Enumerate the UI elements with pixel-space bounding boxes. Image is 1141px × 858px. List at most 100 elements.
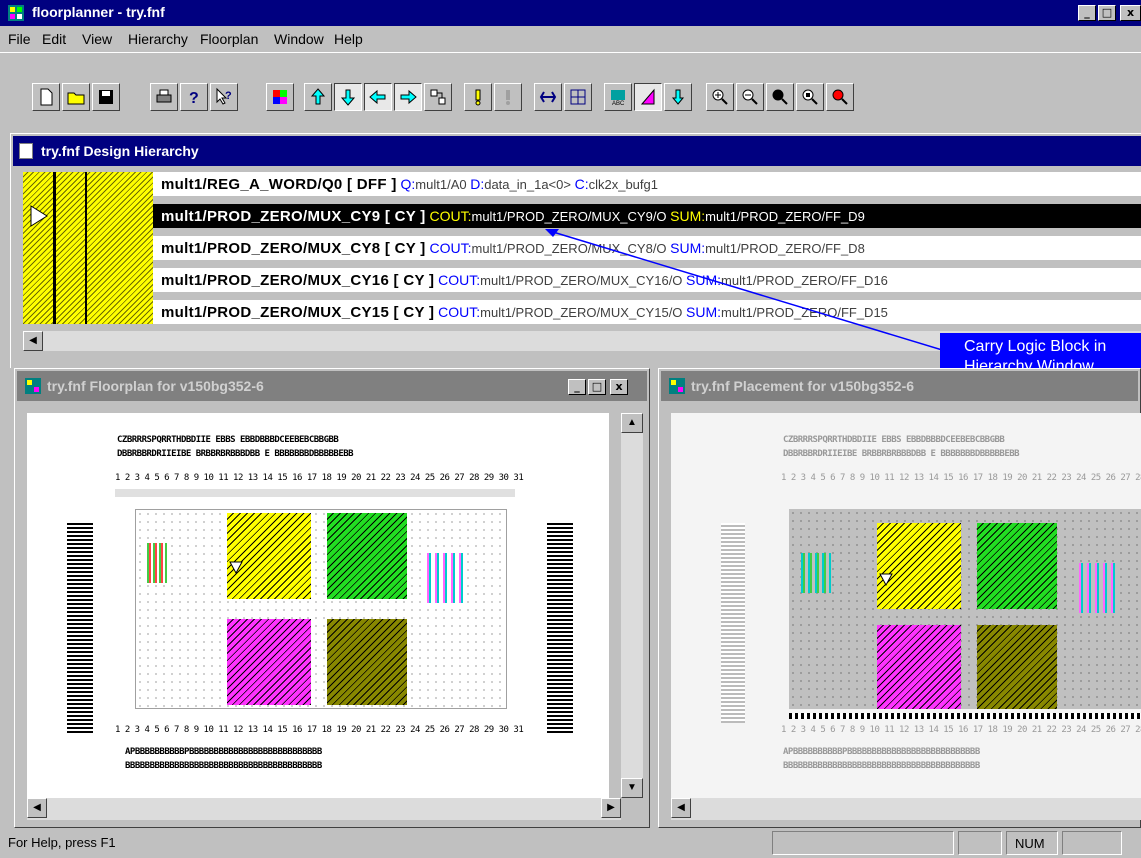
right-pin-column xyxy=(547,523,573,733)
print-button[interactable] xyxy=(150,83,178,111)
placed-block-yellow[interactable] xyxy=(227,513,311,599)
scroll-left-button[interactable]: ◀ xyxy=(671,798,691,818)
pin-label-row: DBBRBBRDRIIEIBE BRBBRBRBBBDBB E BBBBBBBD… xyxy=(783,449,1020,459)
hier-expand-button[interactable] xyxy=(424,83,452,111)
floorplan-maximize-button[interactable]: □ xyxy=(588,379,606,395)
new-button[interactable] xyxy=(32,83,60,111)
flag-icon xyxy=(475,89,481,106)
placement-hscrollbar[interactable]: ◀ xyxy=(671,798,1141,820)
hierarchy-row-name: mult1/PROD_ZERO/MUX_CY9 [ CY ] xyxy=(161,208,426,225)
placed-block-green[interactable] xyxy=(977,523,1057,609)
hierarchy-row[interactable]: mult1/PROD_ZERO/MUX_CY8 [ CY ] COUT:mult… xyxy=(153,236,1141,260)
hier-down-button[interactable] xyxy=(334,83,362,111)
flag-pink-icon xyxy=(640,88,655,105)
route-icon xyxy=(539,91,557,103)
toolbar: ? ? ABC xyxy=(0,52,1141,126)
hierarchy-row-name: mult1/REG_A_WORD/Q0 [ DFF ] xyxy=(161,176,397,193)
color-palette-icon xyxy=(273,90,287,104)
floorplan-vscrollbar[interactable]: ▲ ▼ xyxy=(621,413,643,798)
help-button[interactable]: ? xyxy=(180,83,208,111)
pin-net: mult1/PROD_ZERO/FF_D15 xyxy=(721,305,888,320)
placed-block-magenta[interactable] xyxy=(877,625,961,709)
placed-block-green[interactable] xyxy=(327,513,407,599)
menu-view[interactable]: View xyxy=(82,31,112,47)
net-button[interactable] xyxy=(564,83,592,111)
floorplan-window-icon xyxy=(25,378,41,394)
floorplan-close-button[interactable]: x xyxy=(610,379,628,395)
zoom-in-button[interactable] xyxy=(706,83,734,111)
zoom-full-button[interactable] xyxy=(766,83,794,111)
status-pane-4 xyxy=(1062,831,1122,855)
svg-text:?: ? xyxy=(225,90,232,102)
hier-left-button[interactable] xyxy=(364,83,392,111)
zoom-in-icon xyxy=(712,89,728,105)
scroll-up-button[interactable]: ▲ xyxy=(621,413,643,433)
floorplan-hscrollbar[interactable]: ◀ ▶ xyxy=(27,798,621,820)
new-icon xyxy=(40,88,53,106)
menu-hierarchy[interactable]: Hierarchy xyxy=(128,31,188,47)
placed-block-olive[interactable] xyxy=(977,625,1057,709)
context-help-button[interactable]: ? xyxy=(210,83,238,111)
placed-block-yellow[interactable] xyxy=(877,523,961,609)
svg-text:ABC: ABC xyxy=(612,101,625,107)
zoom-out-icon xyxy=(742,89,758,105)
pin-key: SUM: xyxy=(686,304,722,320)
logic-abc-button[interactable]: ABC xyxy=(604,83,632,111)
hier-up-button[interactable] xyxy=(304,83,332,111)
place-down-icon xyxy=(671,89,685,105)
flag-pink-button[interactable] xyxy=(634,83,662,111)
menu-file[interactable]: File xyxy=(8,31,31,47)
zoom-red-button[interactable] xyxy=(826,83,854,111)
floorplan-minimize-button[interactable]: _ xyxy=(568,379,586,395)
menu-help[interactable]: Help xyxy=(334,31,363,47)
column-numbers-bottom: 1 2 3 4 5 6 7 8 9 10 11 12 13 14 15 16 1… xyxy=(781,725,1141,735)
hier-left-icon xyxy=(369,89,386,105)
placement-window: try.fnf Placement for v150bg352-6 CZBRRR… xyxy=(658,368,1141,828)
pin-net: mult1/PROD_ZERO/MUX_CY15/O xyxy=(480,305,687,320)
route-button[interactable] xyxy=(534,83,562,111)
pin-label-row: CZBRRRSPQRRTHDBDIIE EBBS EBBDBBBDCEEBEBC… xyxy=(783,435,1005,445)
pin-key: C: xyxy=(574,176,589,192)
pin-label-row: CZBRRRSPQRRTHDBDIIE EBBS EBBDBBBDCEEBEBC… xyxy=(117,435,339,445)
open-button[interactable] xyxy=(62,83,90,111)
close-button[interactable]: x xyxy=(1120,5,1141,21)
color-palette-button[interactable] xyxy=(266,83,294,111)
floorplan-canvas[interactable]: CZBRRRSPQRRTHDBDIIE EBBS EBBDBBBDCEEBEBC… xyxy=(27,413,609,798)
place-down-button[interactable] xyxy=(664,83,692,111)
pin-net: mult1/PROD_ZERO/FF_D8 xyxy=(705,241,865,256)
callout-line-1: Carry Logic Block in xyxy=(964,338,1107,355)
scroll-right-button[interactable]: ▶ xyxy=(601,798,621,818)
hier-expand-icon xyxy=(430,89,446,105)
maximize-button[interactable]: □ xyxy=(1098,5,1116,21)
scroll-down-button[interactable]: ▼ xyxy=(621,778,643,798)
zoom-out-button[interactable] xyxy=(736,83,764,111)
pin-net: mult1/PROD_ZERO/MUX_CY16/O xyxy=(480,273,687,288)
placement-title: try.fnf Placement for v150bg352-6 xyxy=(691,378,915,394)
placed-block-magenta[interactable] xyxy=(227,619,311,705)
pin-net: mult1/PROD_ZERO/FF_D16 xyxy=(721,273,888,288)
placed-block-olive[interactable] xyxy=(327,619,407,705)
hier-up-icon xyxy=(310,88,326,105)
menu-floorplan[interactable]: Floorplan xyxy=(200,31,258,47)
pin-net: mult1/A0 xyxy=(415,177,471,192)
floorplan-titlebar: try.fnf Floorplan for v150bg352-6 xyxy=(17,371,647,401)
minimize-button[interactable]: _ xyxy=(1078,5,1096,21)
flag-gray-button[interactable] xyxy=(494,83,522,111)
scroll-left-button[interactable]: ◀ xyxy=(27,798,47,818)
menu-window[interactable]: Window xyxy=(274,31,324,47)
save-button[interactable] xyxy=(92,83,120,111)
hierarchy-row[interactable]: mult1/PROD_ZERO/MUX_CY16 [ CY ] COUT:mul… xyxy=(153,268,1141,292)
zoom-area-button[interactable] xyxy=(796,83,824,111)
hierarchy-row[interactable]: mult1/PROD_ZERO/MUX_CY9 [ CY ] COUT:mult… xyxy=(153,204,1141,228)
scroll-left-button[interactable]: ◀ xyxy=(23,331,43,351)
column-numbers-bottom: 1 2 3 4 5 6 7 8 9 10 11 12 13 14 15 16 1… xyxy=(115,725,525,735)
logic-cluster-right xyxy=(1079,563,1119,613)
placement-canvas[interactable]: CZBRRRSPQRRTHDBDIIE EBBS EBBDBBBDCEEBEBC… xyxy=(671,413,1141,798)
flag-button[interactable] xyxy=(464,83,492,111)
menu-edit[interactable]: Edit xyxy=(42,31,66,47)
hier-right-button[interactable] xyxy=(394,83,422,111)
hierarchy-row[interactable]: mult1/REG_A_WORD/Q0 [ DFF ] Q:mult1/A0 D… xyxy=(153,172,1141,196)
floorplan-title: try.fnf Floorplan for v150bg352-6 xyxy=(47,378,264,394)
hierarchy-row[interactable]: mult1/PROD_ZERO/MUX_CY15 [ CY ] COUT:mul… xyxy=(153,300,1141,324)
pin-key: D: xyxy=(470,176,485,192)
